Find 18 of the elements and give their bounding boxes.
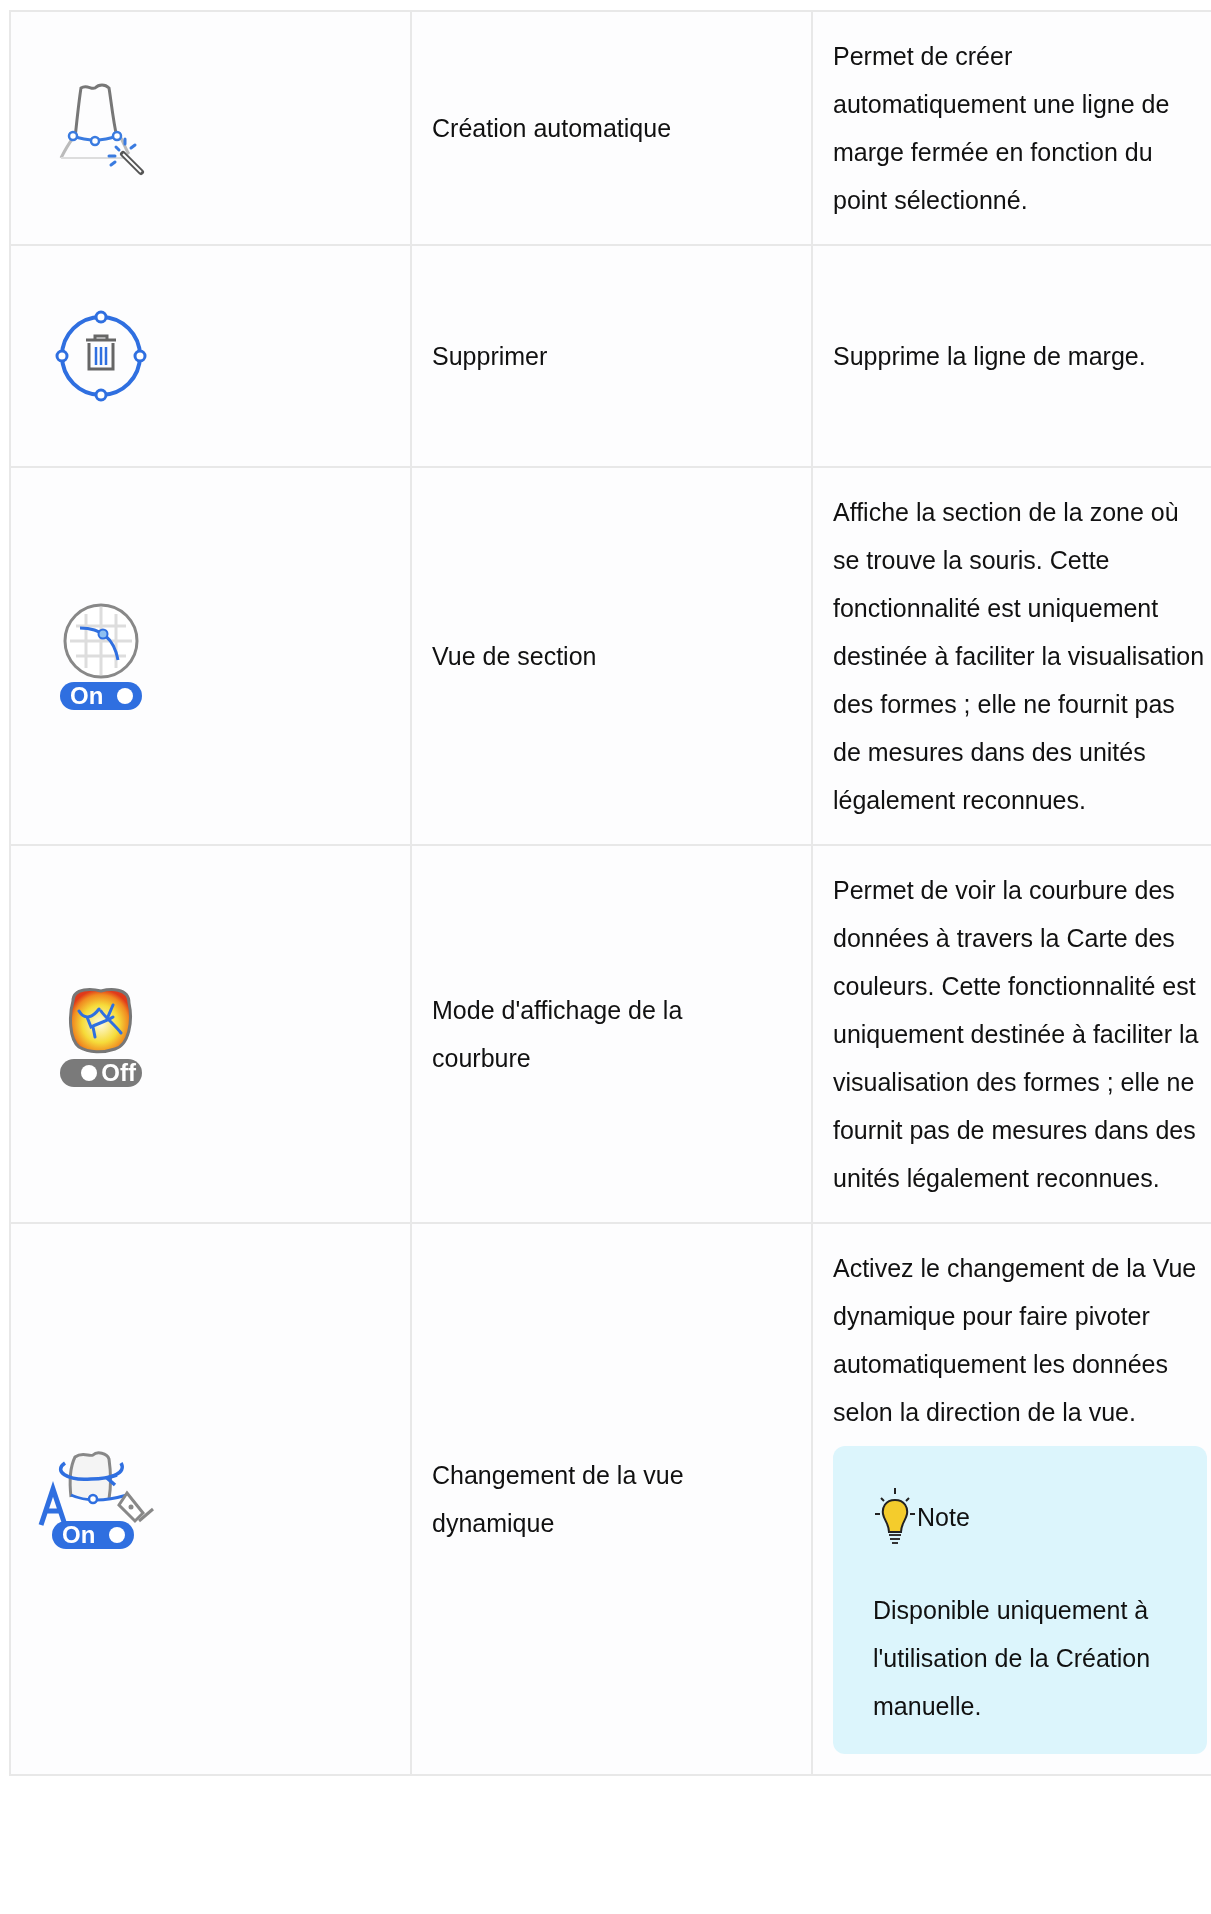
- toggle-switch[interactable]: On: [60, 682, 142, 710]
- feature-name: Création automatique: [432, 113, 672, 144]
- feature-description: Affiche la section de la zone où se trouve la souris. Cette fonctionnalité est uniquement destinée à faciliter la visualisation des formes ; elle ne fournit pas de mesures dans des unités légalement reconnues.: [833, 497, 1206, 816]
- trash-circle-icon: [55, 310, 147, 402]
- lightbulb-icon: [873, 1486, 917, 1546]
- section-grid-icon: [62, 602, 140, 680]
- toggle-switch[interactable]: On: [52, 1521, 134, 1549]
- note-text: Disponible uniquement à l'utilisation de la Création manuelle.: [873, 1595, 1152, 1722]
- feature-name: Changement de la vue dynamique: [432, 1460, 685, 1539]
- note-title: Note: [917, 1502, 970, 1532]
- feature-name: Supprimer: [432, 341, 548, 372]
- feature-name: Vue de section: [432, 641, 597, 672]
- feature-description: Permet de voir la courbure des données à travers la Carte des couleurs. Cette fonctionnalité est uniquement destinée à faciliter la visualisation des formes ; elle ne fournit pas de mesures dans des unités légalement reconnues.: [833, 875, 1200, 1194]
- feature-description: Permet de créer automatiquement une ligne de marge fermée en fonction du point sélectionné.: [833, 41, 1171, 216]
- feature-name: Mode d'affichage de la courbure: [432, 995, 684, 1074]
- feature-description: Activez le changement de la Vue dynamique pour faire pivoter automatiquement les données selon la direction de la vue.: [833, 1253, 1198, 1428]
- feature-description: Supprime la ligne de marge.: [833, 341, 1147, 372]
- toggle-switch[interactable]: Off: [60, 1059, 142, 1087]
